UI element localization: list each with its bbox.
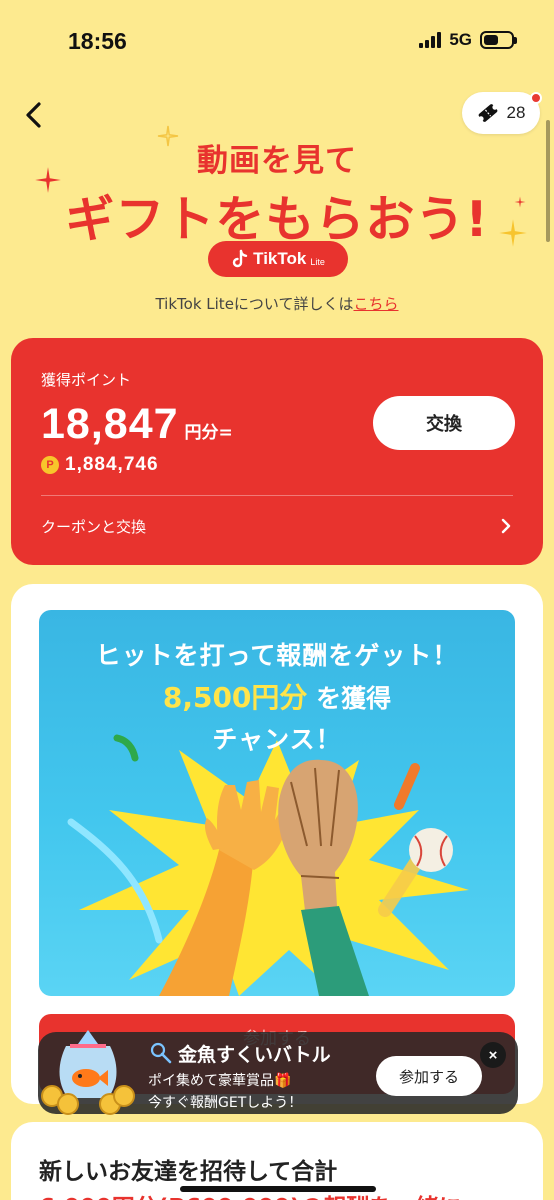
points-coin-row: P 1,884,746 — [41, 454, 159, 476]
exchange-button[interactable]: 交換 — [373, 396, 515, 450]
scrollbar[interactable] — [546, 120, 550, 242]
ticket-count: 28 — [506, 103, 526, 122]
goldfish-bag-icon — [41, 1030, 135, 1115]
invite-title: 新しいお友達を招待して合計 — [39, 1159, 338, 1185]
scoop-icon — [150, 1042, 172, 1064]
banner-amount: 8,500円分 — [162, 681, 308, 714]
points-label: 獲得ポイント — [41, 371, 132, 389]
popup-title: 金魚すくいバトル — [178, 1044, 331, 1066]
signal-icon — [419, 32, 442, 48]
popup-close-button[interactable]: × — [480, 1042, 506, 1068]
coupon-exchange-row[interactable]: クーポンと交換 — [41, 508, 513, 544]
banner-chance: チャンス！ — [212, 725, 342, 754]
ticket-icon — [478, 104, 497, 122]
status-indicators: 5G — [419, 30, 517, 50]
points-card: 獲得ポイント 18,847 円分= P 1,884,746 交換 クーポンと交換 — [11, 338, 543, 565]
popup-line-1: ポイ集めて豪華賞品🎁 — [148, 1073, 292, 1089]
learn-more-link[interactable]: こちら — [353, 295, 398, 313]
chevron-right-icon — [501, 518, 511, 534]
network-label: 5G — [449, 30, 472, 49]
popup-line-2: 今すぐ報酬GETしよう！ — [148, 1095, 303, 1111]
goldfish-battle-popup[interactable]: 金魚すくいバトル ポイ集めて豪華賞品🎁 今すぐ報酬GETしよう！ 参加する × — [38, 1030, 518, 1115]
banner-title: ヒットを打って報酬をゲット！ — [95, 641, 459, 670]
popup-join-button[interactable]: 参加する — [376, 1056, 482, 1096]
learn-more-label: TikTok Liteについて詳しくは — [155, 295, 354, 313]
home-indicator[interactable] — [180, 1186, 376, 1192]
points-yen-value: 18,847 円分= — [41, 400, 233, 449]
coin-icon: P — [41, 456, 59, 474]
tiktok-lite-logo: TikTok Lite — [208, 241, 348, 277]
banner-amount-row: 8,500円分 を獲得 — [39, 676, 515, 716]
coupon-exchange-label: クーポンと交換 — [41, 517, 147, 536]
tiktok-note-icon — [232, 249, 248, 268]
points-coin-value: 1,884,746 — [65, 454, 159, 475]
status-time: 18:56 — [68, 28, 127, 54]
banner-amount-suffix: を獲得 — [316, 684, 392, 713]
baseball-campaign-banner[interactable]: ヒットを打って報酬をゲット！ 8,500円分 を獲得 チャンス！ — [39, 610, 515, 996]
tiktok-brand: TikTok — [253, 249, 307, 268]
learn-more-text: TikTok Liteについて詳しくはこちら — [0, 293, 554, 314]
divider — [41, 495, 513, 496]
battery-icon — [480, 31, 517, 49]
tiktok-brand-suffix: Lite — [310, 257, 325, 267]
status-bar: 18:56 5G — [0, 0, 554, 82]
hero-subtitle: 動画を見て — [197, 143, 357, 179]
back-button[interactable] — [18, 98, 52, 132]
points-yen-number: 18,847 — [41, 400, 179, 448]
ticket-counter-button[interactable]: 28 — [462, 92, 542, 134]
chevron-left-icon — [26, 102, 41, 128]
points-yen-unit: 円分= — [184, 423, 233, 443]
notification-dot — [530, 92, 542, 104]
